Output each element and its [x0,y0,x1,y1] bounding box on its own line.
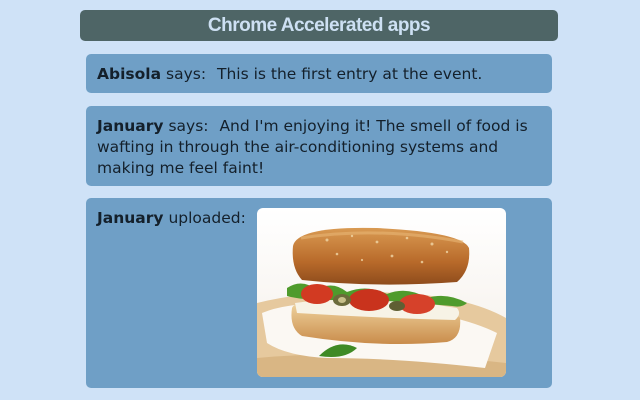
uploaded-sandwich-image[interactable] [257,208,506,377]
entry-verb: uploaded: [168,209,246,227]
entry-author: Abisola [97,65,162,83]
feed-entry: January says: And I'm enjoying it! The s… [86,106,552,186]
entry-author: January [97,117,164,135]
page-title: Chrome Accelerated apps [80,10,558,41]
entry-verb: says: [166,65,207,83]
entry-author: January [97,209,164,227]
entry-message: This is the first entry at the event. [216,65,483,83]
feed-entry-upload: January uploaded: [86,198,552,388]
feed-entry: Abisola says: This is the first entry at… [86,54,552,93]
entry-verb: says: [168,117,209,135]
